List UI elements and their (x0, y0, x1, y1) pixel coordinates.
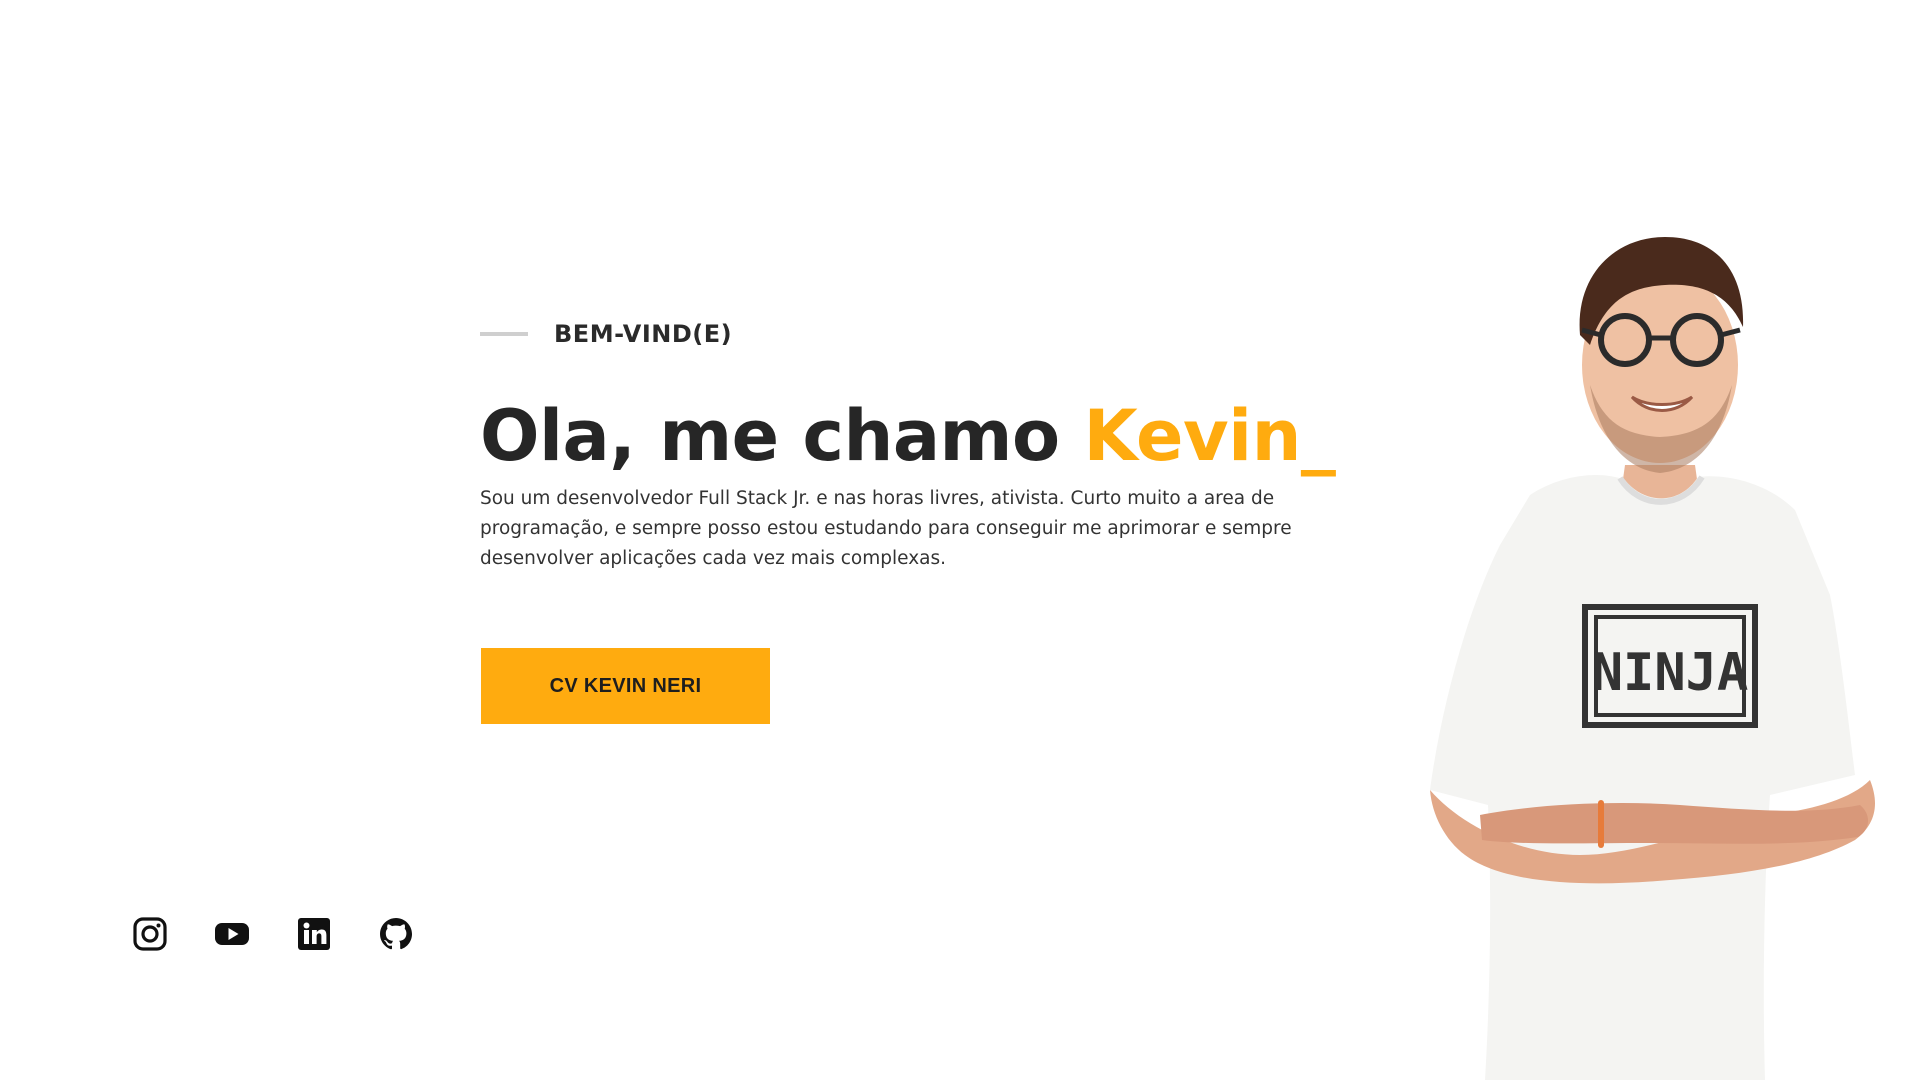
linkedin-icon[interactable] (296, 916, 332, 952)
eyebrow-divider (480, 332, 528, 336)
hero-bio: Sou um desenvolvedor Full Stack Jr. e na… (480, 488, 1292, 569)
cv-download-button[interactable]: CV KEVIN NERI (481, 648, 770, 724)
hero-headline: Ola, me chamo Kevin_ (480, 386, 1336, 486)
person-illustration: NINJA (1430, 237, 1875, 1080)
svg-text:NINJA: NINJA (1592, 643, 1749, 703)
eyebrow-text: BEM-VIND(E) (554, 320, 733, 348)
profile-photo: NINJA (1410, 215, 1890, 1080)
welcome-eyebrow: BEM-VIND(E) (480, 320, 732, 348)
headline-name: Kevin_ (1083, 395, 1336, 477)
social-links (132, 916, 414, 952)
instagram-icon[interactable] (132, 916, 168, 952)
youtube-icon[interactable] (214, 916, 250, 952)
github-icon[interactable] (378, 916, 414, 952)
headline-prefix: Ola, me chamo (480, 395, 1084, 477)
